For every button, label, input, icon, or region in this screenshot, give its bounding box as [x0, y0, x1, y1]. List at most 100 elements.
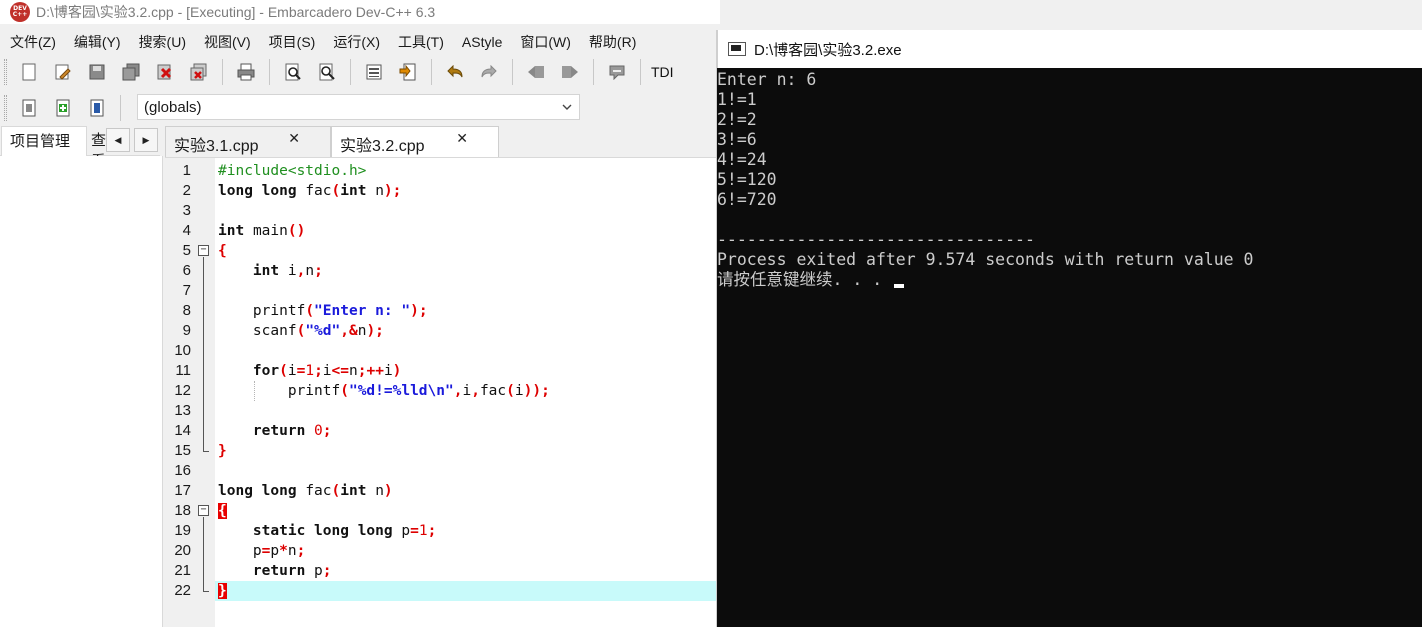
code-line[interactable]: int i,n;: [215, 261, 720, 281]
devcpp-logo-icon: DEV C++: [10, 2, 30, 22]
code-line[interactable]: #include<stdio.h>: [215, 161, 720, 181]
line-number: 3: [182, 202, 191, 219]
code-line-text: {: [218, 503, 227, 519]
close-file-icon[interactable]: [152, 59, 178, 85]
fold-guide: [203, 257, 204, 451]
menu-search[interactable]: 搜索(U): [129, 32, 194, 52]
console-output-line: 请按任意键继续. . .: [717, 270, 905, 290]
editor-tab-label: 实验3.1.cpp: [174, 138, 259, 155]
menu-view[interactable]: 视图(V): [194, 32, 259, 52]
code-text-area[interactable]: #include<stdio.h> long long fac(int n); in…: [215, 158, 720, 627]
menu-execute[interactable]: 运行(X): [323, 32, 388, 52]
redo-icon[interactable]: [476, 59, 502, 85]
close-icon[interactable]: ✕: [456, 130, 468, 147]
code-line[interactable]: [215, 201, 720, 221]
new-file-icon[interactable]: [16, 59, 42, 85]
console-output-line: Enter n: 6: [717, 70, 817, 89]
code-line[interactable]: }: [215, 581, 720, 601]
menu-window[interactable]: 窗口(W): [510, 32, 579, 52]
code-line-text: }: [218, 443, 227, 459]
line-number: 8: [182, 302, 191, 319]
line-number: 21: [174, 562, 191, 579]
toolbar-separator: [512, 59, 513, 85]
code-line[interactable]: return p;: [215, 561, 720, 581]
indent-left-icon[interactable]: [523, 59, 549, 85]
code-line[interactable]: }: [215, 441, 720, 461]
console-output[interactable]: Enter n: 6 1!=1 2!=2 3!=6 4!=24 5!=120 6!=720 -…: [717, 68, 1422, 627]
fold-toggle-icon[interactable]: −: [198, 245, 209, 256]
close-icon[interactable]: ✕: [288, 130, 300, 147]
code-line-text: long long fac(int n): [218, 483, 393, 499]
comment-icon[interactable]: [604, 59, 630, 85]
tdi-label[interactable]: TDI: [651, 64, 674, 80]
tab-scroll-right-icon[interactable]: ▶: [134, 128, 158, 152]
find-icon[interactable]: [280, 59, 306, 85]
tab-project-manager[interactable]: 项目管理: [1, 126, 87, 156]
code-line[interactable]: [215, 341, 720, 361]
project-tree-panel[interactable]: [0, 156, 163, 627]
ide-titlebar[interactable]: DEV C++ D:\博客园\实验3.2.cpp - [Executing] -…: [0, 0, 720, 24]
code-line[interactable]: [215, 401, 720, 421]
editor-tab-file-3-1[interactable]: 实验3.1.cpp ✕: [165, 126, 331, 157]
line-number: 10: [174, 342, 191, 359]
console-app-icon: [728, 42, 746, 56]
console-titlebar[interactable]: D:\博客园\实验3.2.exe: [717, 30, 1422, 68]
console-window[interactable]: D:\博客园\实验3.2.exe Enter n: 6 1!=1 2!=2 3!=6 4…: [717, 30, 1422, 627]
replace-icon[interactable]: [314, 59, 340, 85]
code-line[interactable]: static long long p=1;: [215, 521, 720, 541]
code-line[interactable]: int main(): [215, 221, 720, 241]
ide-window-title: D:\博客园\实验3.2.cpp - [Executing] - Embarca…: [36, 4, 436, 20]
code-line-text: {: [218, 243, 227, 259]
code-line[interactable]: {: [215, 501, 720, 521]
code-line[interactable]: p=p*n;: [215, 541, 720, 561]
toolbar-grip[interactable]: [4, 95, 7, 121]
project-options-icon[interactable]: [84, 95, 110, 121]
menu-edit[interactable]: 编辑(Y): [64, 32, 129, 52]
console-output-line: 1!=1: [717, 90, 757, 109]
editor-tab-file-3-2[interactable]: 实验3.2.cpp ✕: [331, 126, 499, 157]
add-to-project-icon[interactable]: [50, 95, 76, 121]
code-line[interactable]: return 0;: [215, 421, 720, 441]
toggle-bookmark-icon[interactable]: [395, 59, 421, 85]
code-line-text: }: [218, 583, 227, 599]
close-all-icon[interactable]: [186, 59, 212, 85]
code-editor[interactable]: 1 2 3 4 5 6 7 8 9 10 11 12 13 14 15 16 17 18 19 20 21 22− − #i…: [165, 157, 720, 627]
indent-right-icon[interactable]: [557, 59, 583, 85]
code-line[interactable]: {: [215, 241, 720, 261]
tab-scroll-left-icon[interactable]: ◀: [106, 128, 130, 152]
code-line[interactable]: printf("Enter n: ");: [215, 301, 720, 321]
code-line[interactable]: for(i=1;i<=n;++i): [215, 361, 720, 381]
undo-icon[interactable]: [442, 59, 468, 85]
goto-line-icon[interactable]: [361, 59, 387, 85]
print-icon[interactable]: [233, 59, 259, 85]
save-icon[interactable]: [84, 59, 110, 85]
menu-project[interactable]: 项目(S): [259, 32, 324, 52]
code-line[interactable]: [215, 461, 720, 481]
line-number: 1: [182, 162, 191, 179]
line-number: 15: [174, 442, 191, 459]
code-line[interactable]: scanf("%d",&n);: [215, 321, 720, 341]
menu-astyle[interactable]: AStyle: [452, 34, 510, 50]
code-line[interactable]: long long fac(int n);: [215, 181, 720, 201]
open-file-icon[interactable]: [50, 59, 76, 85]
code-line[interactable]: long long fac(int n): [215, 481, 720, 501]
line-number-gutter[interactable]: 1 2 3 4 5 6 7 8 9 10 11 12 13 14 15 16 17 18 19 20 21 22− −: [165, 158, 215, 627]
code-line-text: int main(): [218, 223, 306, 239]
toolbar-separator: [222, 59, 223, 85]
editor-tab-label: 实验3.2.cpp: [340, 138, 425, 155]
code-line[interactable]: printf("%d!=%lld\n",i,fac(i));: [215, 381, 720, 401]
console-output-line: 2!=2: [717, 110, 757, 129]
globals-dropdown[interactable]: (globals): [137, 94, 580, 120]
menu-help[interactable]: 帮助(R): [579, 32, 644, 52]
fold-toggle-icon[interactable]: −: [198, 505, 209, 516]
line-number: 11: [175, 362, 191, 379]
fold-guide: [203, 517, 204, 591]
code-line[interactable]: [215, 281, 720, 301]
line-number: 16: [174, 462, 191, 479]
new-project-icon[interactable]: [16, 95, 42, 121]
menu-tools[interactable]: 工具(T): [388, 32, 452, 52]
tab-class-browser[interactable]: 查看类: [88, 126, 106, 156]
save-all-icon[interactable]: [118, 59, 144, 85]
toolbar-grip[interactable]: [4, 59, 7, 85]
menu-file[interactable]: 文件(Z): [0, 32, 64, 52]
